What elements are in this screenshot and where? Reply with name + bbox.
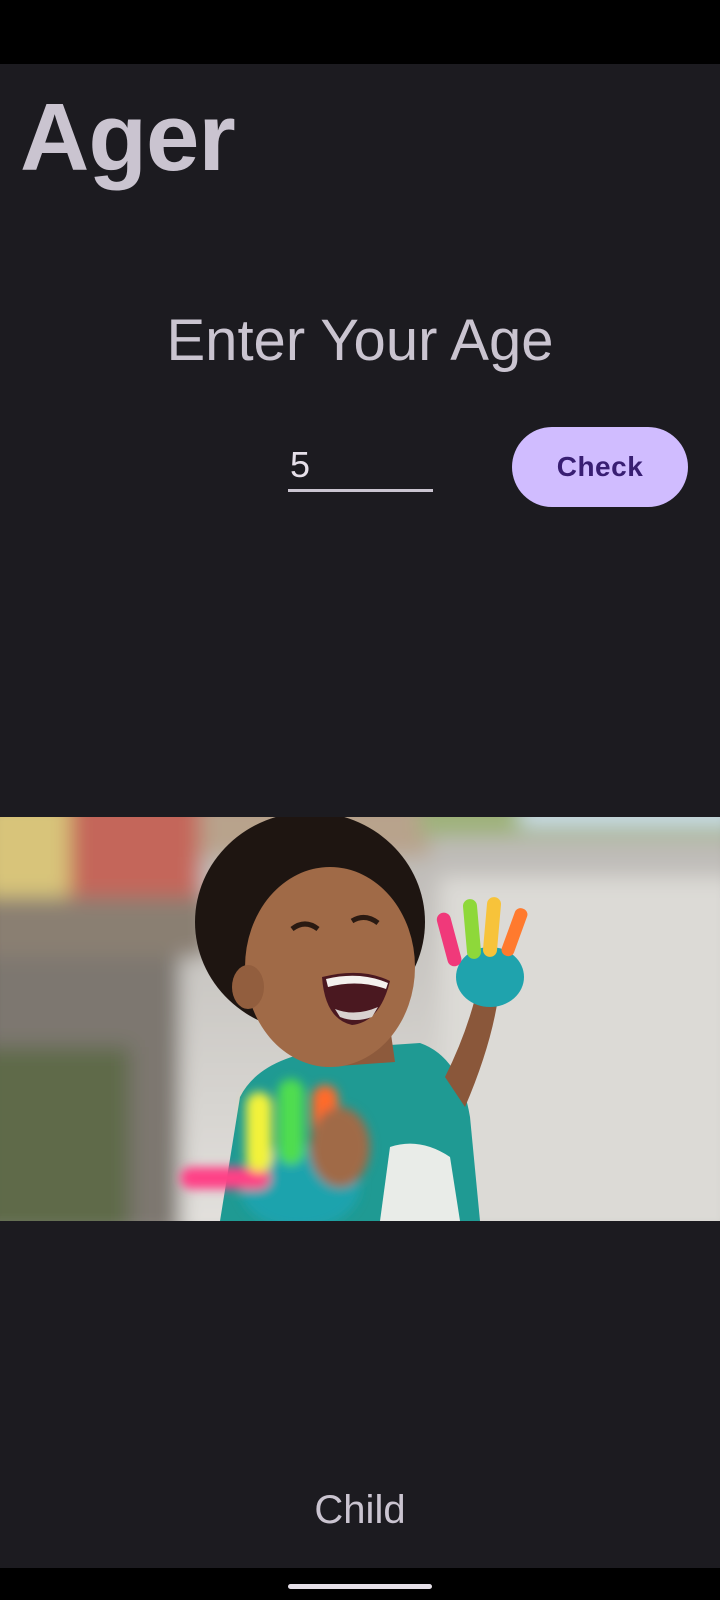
age-input[interactable]: [288, 440, 433, 492]
check-button[interactable]: Check: [512, 427, 688, 507]
age-prompt-label: Enter Your Age: [166, 308, 554, 373]
home-gesture-handle[interactable]: [288, 1584, 432, 1589]
app-screen: Ager Enter Your Age Check: [0, 0, 720, 1600]
age-category-result: Child: [314, 1488, 406, 1532]
app-title: Ager: [20, 84, 236, 191]
result-photo: [0, 817, 720, 1221]
status-bar: [0, 0, 720, 64]
